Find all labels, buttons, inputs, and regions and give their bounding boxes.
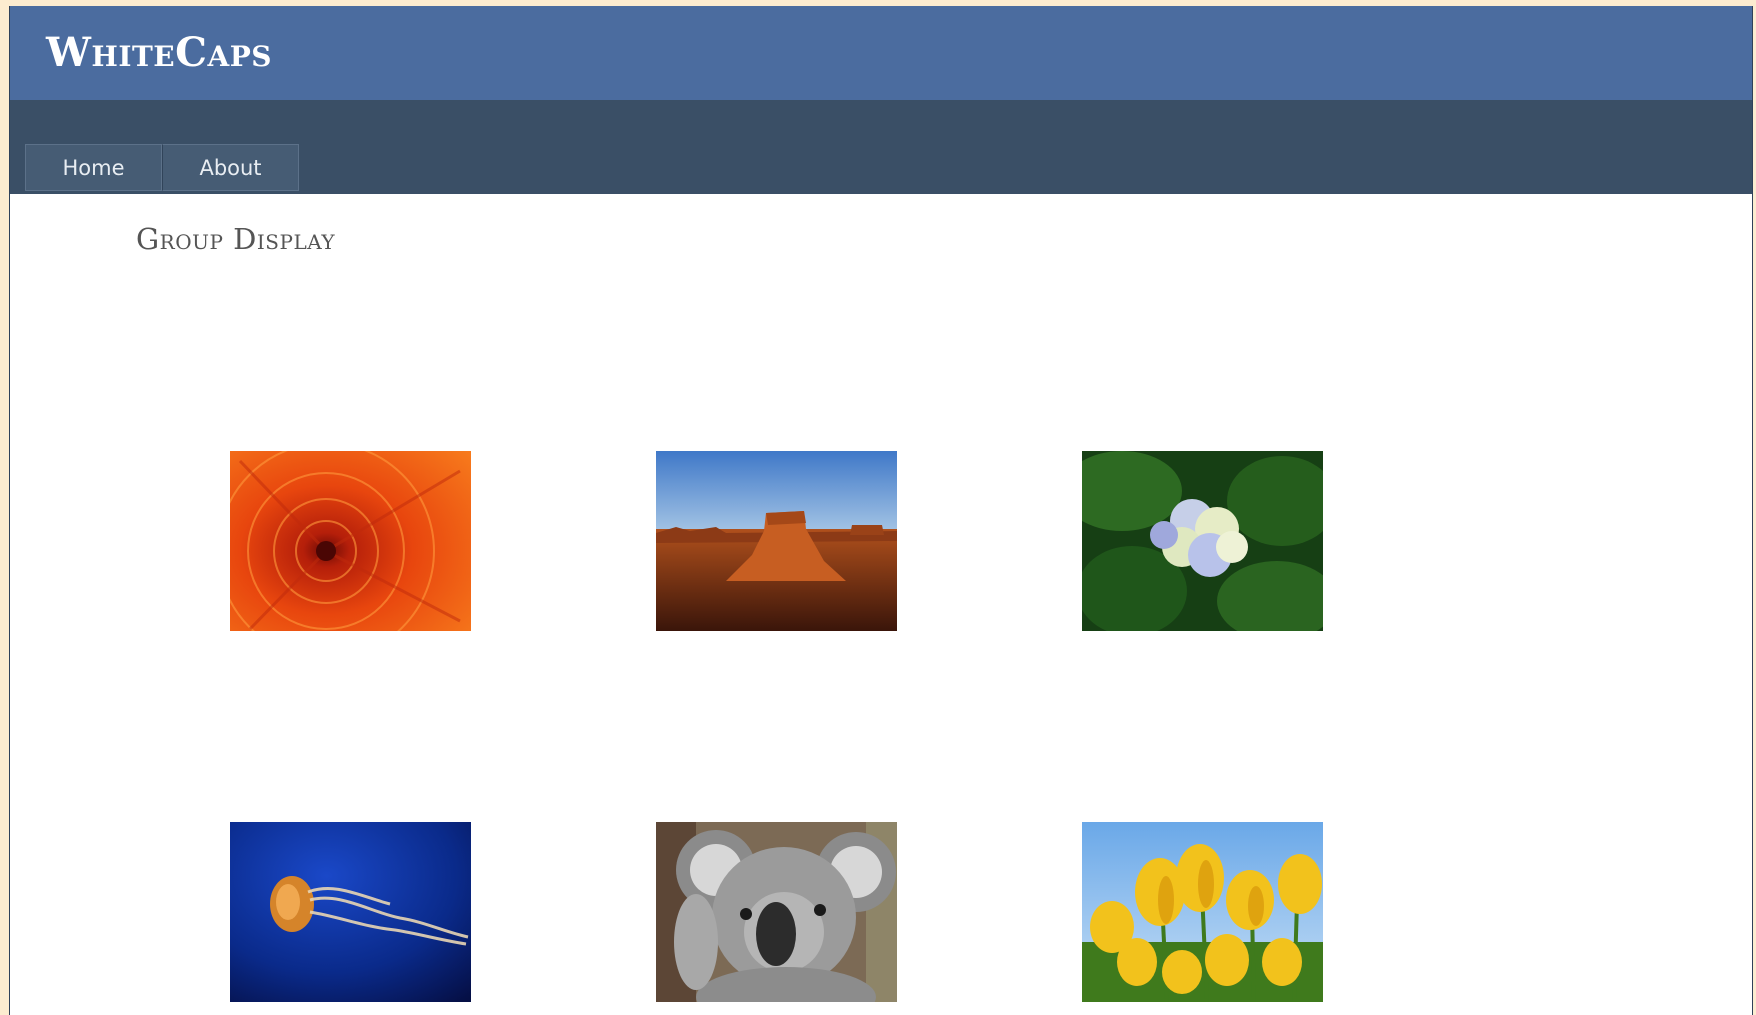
nav-item-home[interactable]: Home bbox=[25, 144, 162, 191]
gallery-image-koala[interactable] bbox=[656, 822, 897, 1002]
gallery-image-desert[interactable] bbox=[656, 451, 897, 631]
page-title: Group Display bbox=[136, 222, 336, 256]
site-header: WhiteCaps bbox=[10, 6, 1752, 100]
page-container: WhiteCaps Home About Group Display bbox=[9, 6, 1753, 1015]
gallery-image-tulips[interactable] bbox=[1082, 822, 1323, 1002]
nav-bar: Home About bbox=[10, 100, 1752, 194]
gallery-image-chrysanthemum[interactable] bbox=[230, 451, 471, 631]
main-content: Group Display bbox=[10, 194, 1752, 1015]
nav-item-about[interactable]: About bbox=[162, 144, 299, 191]
site-logo[interactable]: WhiteCaps bbox=[46, 29, 272, 76]
gallery-image-jellyfish[interactable] bbox=[230, 822, 471, 1002]
gallery-image-hydrangea[interactable] bbox=[1082, 451, 1323, 631]
nav-menu: Home About bbox=[25, 144, 299, 191]
